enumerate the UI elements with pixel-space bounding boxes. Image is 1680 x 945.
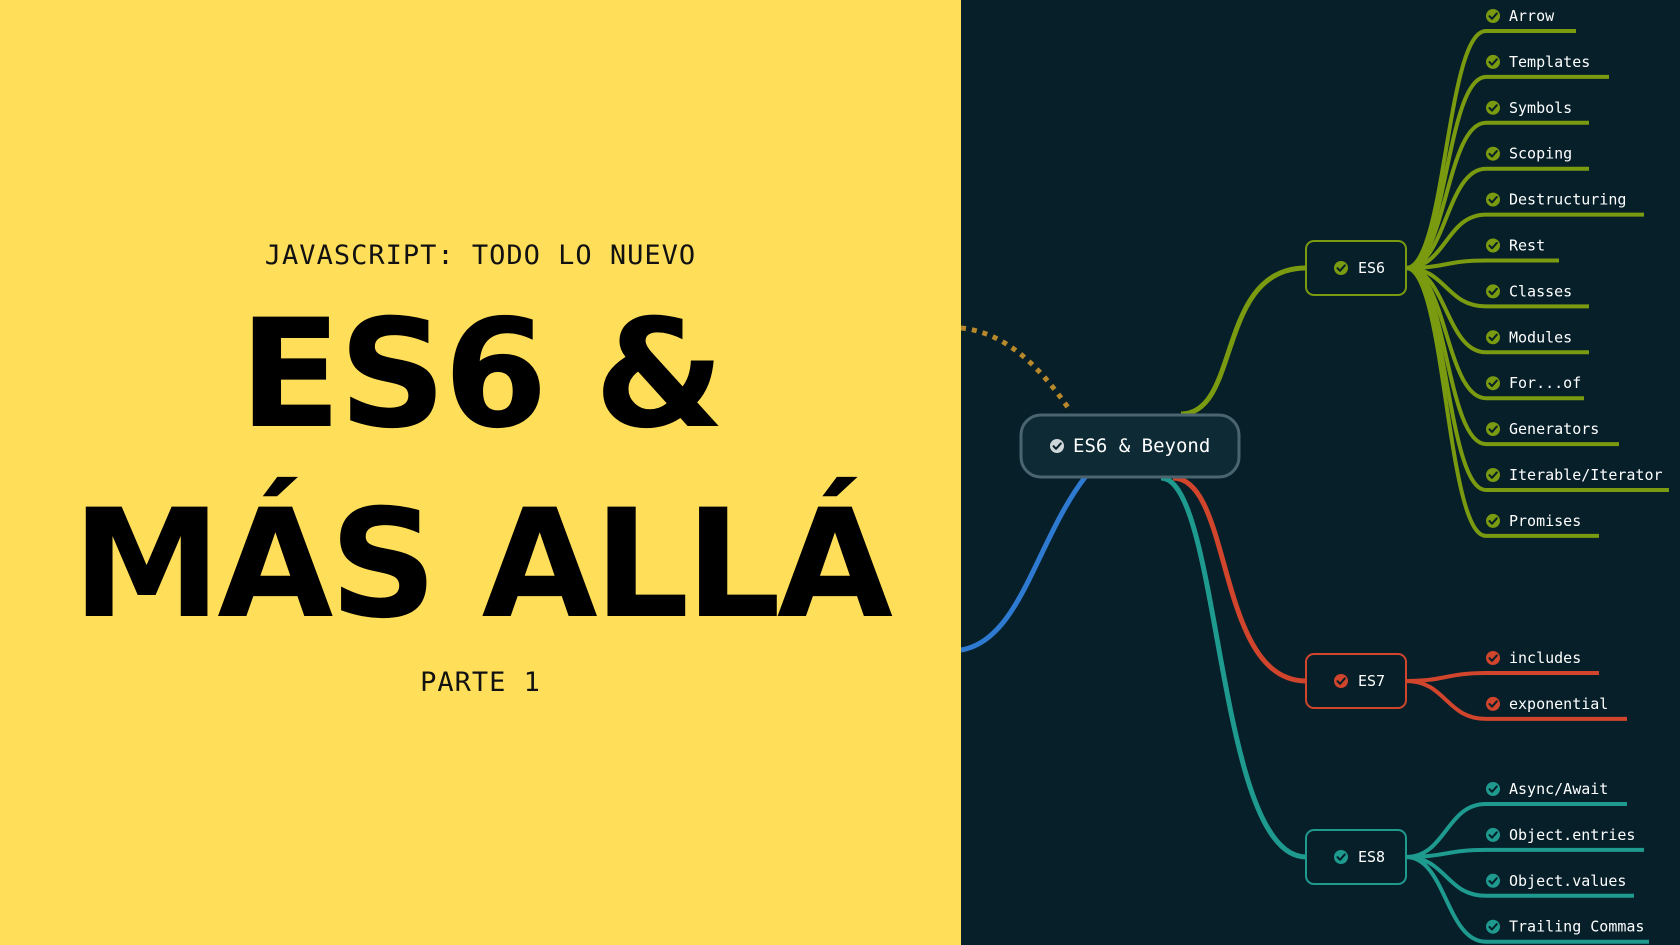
check-icon-circle [1486, 238, 1500, 253]
branch-node-es8: ES8 [1305, 829, 1407, 885]
dotted-connector [961, 325, 1074, 414]
leaf-label-classes: Classes [1509, 282, 1572, 300]
check-icon [1486, 238, 1500, 253]
check-icon-circle [1334, 850, 1348, 864]
check-icon-circle [1486, 9, 1500, 23]
leaf-label-rest: Rest [1509, 237, 1545, 255]
root-label: ES6 & Beyond [1073, 435, 1210, 457]
leaf-label-promises: Promises [1509, 512, 1581, 530]
check-icon [1486, 284, 1500, 299]
check-icon-circle [1486, 146, 1500, 161]
check-icon-circle [1486, 54, 1500, 69]
check-icon-circle [1486, 827, 1500, 842]
check-icon [1486, 422, 1500, 437]
check-icon [1486, 873, 1500, 888]
leaf-label-includes: includes [1509, 649, 1581, 667]
check-icon [1486, 782, 1500, 796]
branch-label: ES8 [1358, 848, 1385, 866]
check-icon-circle [1486, 919, 1500, 934]
check-icon-circle [1486, 100, 1500, 115]
check-icon [1486, 696, 1500, 711]
mindmap-diagram: Arrow Templates Symbols Scoping Destructurin… [961, 7, 1669, 944]
check-icon [1334, 674, 1348, 688]
leaf-label-modules: Modules [1509, 328, 1572, 346]
edge-es7-includes [1405, 671, 1599, 683]
check-icon-circle [1486, 284, 1500, 299]
leaf-label-symbols: Symbols [1509, 99, 1572, 117]
check-icon-circle [1486, 513, 1500, 528]
branch-label: ES7 [1358, 672, 1385, 690]
check-icon [1486, 468, 1500, 482]
leaf-label-iterable-iterator: Iterable/Iterator [1509, 466, 1663, 484]
subtitle-text: PARTE 1 [420, 667, 541, 698]
root-node: ES6 & Beyond [1019, 413, 1241, 479]
leaf-label-exponential: exponential [1509, 695, 1608, 713]
check-icon-circle [1486, 376, 1500, 391]
leaf-label-destructuring: Destructuring [1509, 191, 1626, 209]
branch-node-es7: ES7 [1305, 653, 1407, 709]
check-icon [1486, 827, 1500, 842]
check-icon [1486, 9, 1500, 23]
leaf-label-object-entries: Object.entries [1509, 826, 1635, 844]
leaf-label-for-of: For...of [1509, 374, 1581, 392]
check-icon [1486, 376, 1500, 391]
branch-node-box [1305, 829, 1407, 885]
branch-label: ES6 [1358, 259, 1385, 277]
check-icon-circle [1486, 422, 1500, 437]
leaf-label-object-values: Object.values [1509, 872, 1626, 890]
check-icon [1486, 330, 1500, 345]
title-line-1: ES6 & [239, 288, 725, 462]
check-icon-circle [1486, 782, 1500, 796]
check-icon [1486, 192, 1500, 207]
edge-root-to-es6 [1180, 265, 1307, 417]
leaf-label-templates: Templates [1509, 53, 1590, 71]
leaf-label-trailing-commas: Trailing Commas [1509, 918, 1644, 936]
check-icon-circle [1486, 873, 1500, 888]
check-icon-circle [1486, 330, 1500, 345]
branch-node-box [1305, 240, 1407, 296]
leaf-label-async-await: Async/Await [1509, 780, 1608, 798]
leaf-label-scoping: Scoping [1509, 145, 1572, 163]
title-panel: JAVASCRIPT: TODO LO NUEVO ES6 & MÁS ALLÁ… [0, 0, 961, 945]
check-icon-circle [1486, 468, 1500, 482]
kicker-text: JAVASCRIPT: TODO LO NUEVO [264, 240, 697, 271]
edge-es8-object-entries [1405, 847, 1644, 859]
check-icon-circle [1334, 674, 1348, 688]
check-icon [1486, 513, 1500, 528]
check-icon-circle [1486, 192, 1500, 207]
check-icon [1050, 439, 1064, 453]
check-icon [1486, 54, 1500, 69]
check-icon [1486, 100, 1500, 115]
blue-connector [961, 474, 1088, 653]
check-icon-circle [1050, 439, 1064, 453]
check-icon [1334, 850, 1348, 864]
branch-node-box [1305, 653, 1407, 709]
edge-root-to-es7 [1172, 475, 1307, 684]
title-line-2: MÁS ALLÁ [72, 478, 893, 652]
check-icon-circle [1334, 261, 1348, 275]
mindmap-edges [1160, 29, 1669, 944]
leaf-label-generators: Generators [1509, 420, 1599, 438]
check-icon [1334, 261, 1348, 275]
check-icon [1486, 651, 1500, 665]
check-icon-circle [1486, 651, 1500, 665]
check-icon [1486, 146, 1500, 161]
mindmap-nodes: Arrow Templates Symbols Scoping Destructurin… [1019, 7, 1663, 936]
branch-node-es6: ES6 [1305, 240, 1407, 296]
edge-root-to-es8 [1160, 475, 1307, 860]
leaf-label-arrow: Arrow [1509, 7, 1555, 25]
check-icon-circle [1486, 696, 1500, 711]
check-icon [1486, 919, 1500, 934]
